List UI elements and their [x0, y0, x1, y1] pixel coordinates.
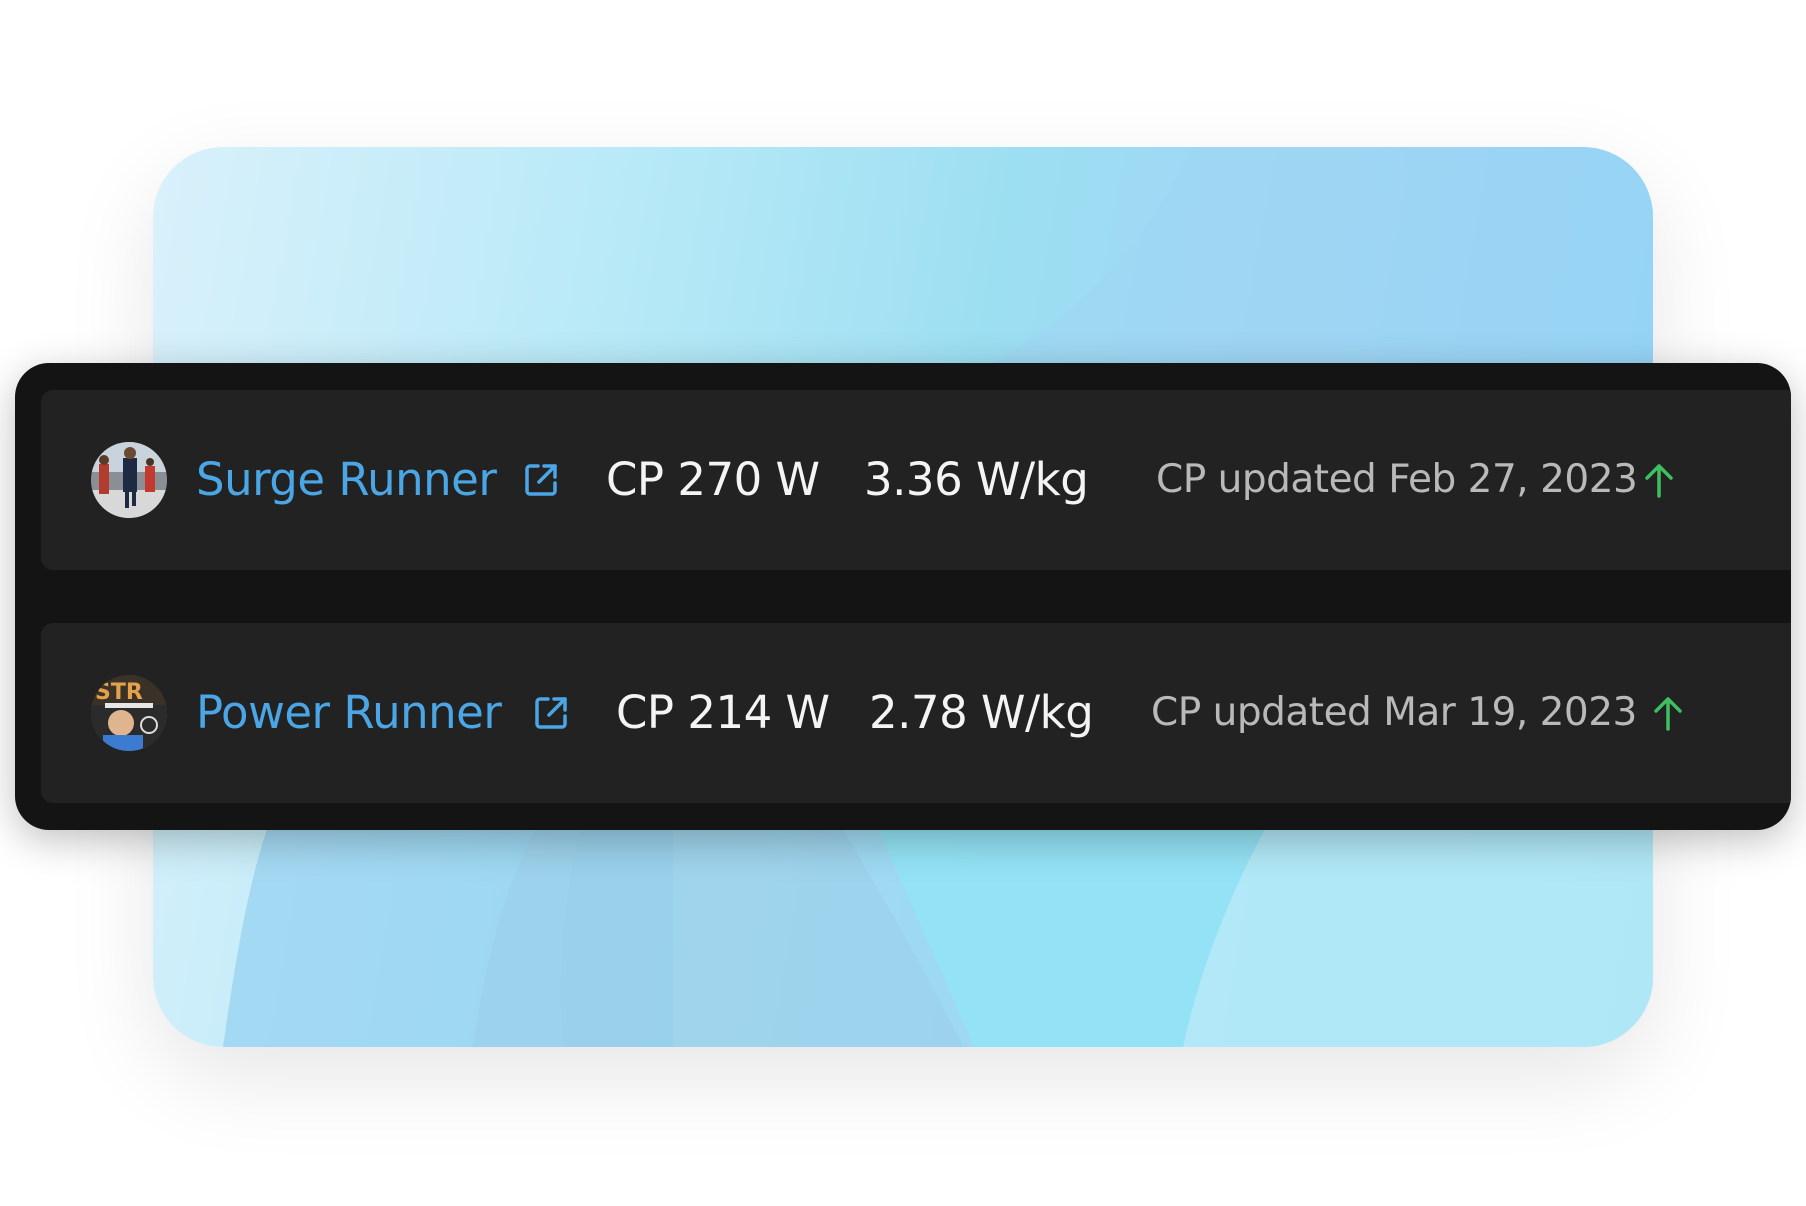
avatar-photo-icon: [91, 442, 167, 518]
cp-updated-date: CP updated Feb 27, 2023: [1156, 457, 1638, 502]
critical-power-value: CP 270 W: [606, 453, 820, 506]
runner-name-link[interactable]: Surge Runner: [196, 448, 497, 512]
arrow-up-icon: [1654, 697, 1682, 731]
arrow-up-icon: [1645, 464, 1673, 498]
runner-list-panel: Surge Runner CP 270 W 3.36 W/kg CP updat…: [15, 363, 1791, 830]
cp-updated-date: CP updated Mar 19, 2023: [1151, 690, 1637, 735]
runner-name-link[interactable]: Power Runner: [196, 681, 502, 745]
watts-per-kg-value: 2.78 W/kg: [869, 686, 1094, 739]
external-link-icon[interactable]: [531, 693, 571, 733]
watts-per-kg-value: 3.36 W/kg: [864, 453, 1089, 506]
critical-power-value: CP 214 W: [616, 686, 830, 739]
svg-text:STR: STR: [95, 680, 143, 705]
external-link-icon[interactable]: [521, 460, 561, 500]
runner-row: Surge Runner CP 270 W 3.36 W/kg CP updat…: [41, 390, 1791, 570]
runner-row: STR Power Runner CP 214 W 2.78 W/kg CP u…: [41, 623, 1791, 803]
avatar-photo-icon: STR: [91, 675, 167, 751]
